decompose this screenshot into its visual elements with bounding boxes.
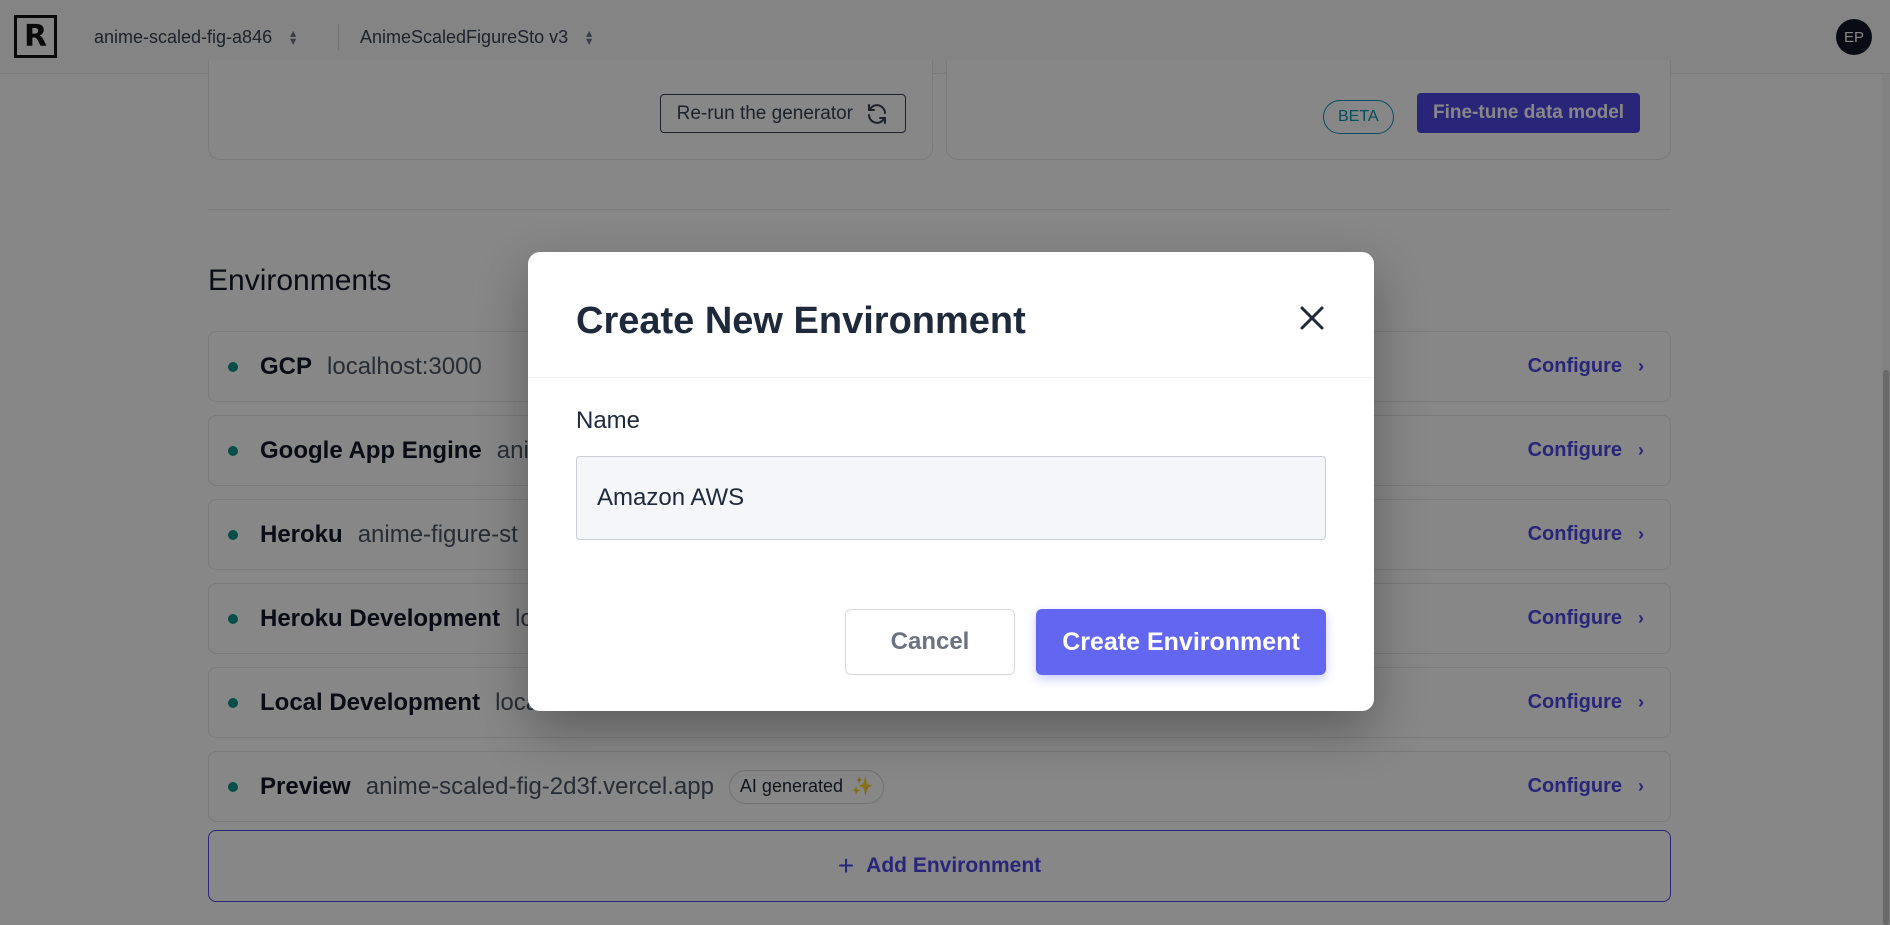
name-field-label: Name [576, 407, 641, 434]
environment-name-input[interactable] [576, 456, 1326, 540]
modal-header: Create New Environment [528, 252, 1374, 378]
modal-title: Create New Environment [576, 300, 1026, 342]
cancel-button[interactable]: Cancel [845, 609, 1015, 675]
close-icon[interactable] [1298, 304, 1326, 332]
create-environment-button[interactable]: Create Environment [1036, 609, 1326, 675]
create-environment-modal: Create New Environment Name Cancel Creat… [528, 252, 1374, 711]
